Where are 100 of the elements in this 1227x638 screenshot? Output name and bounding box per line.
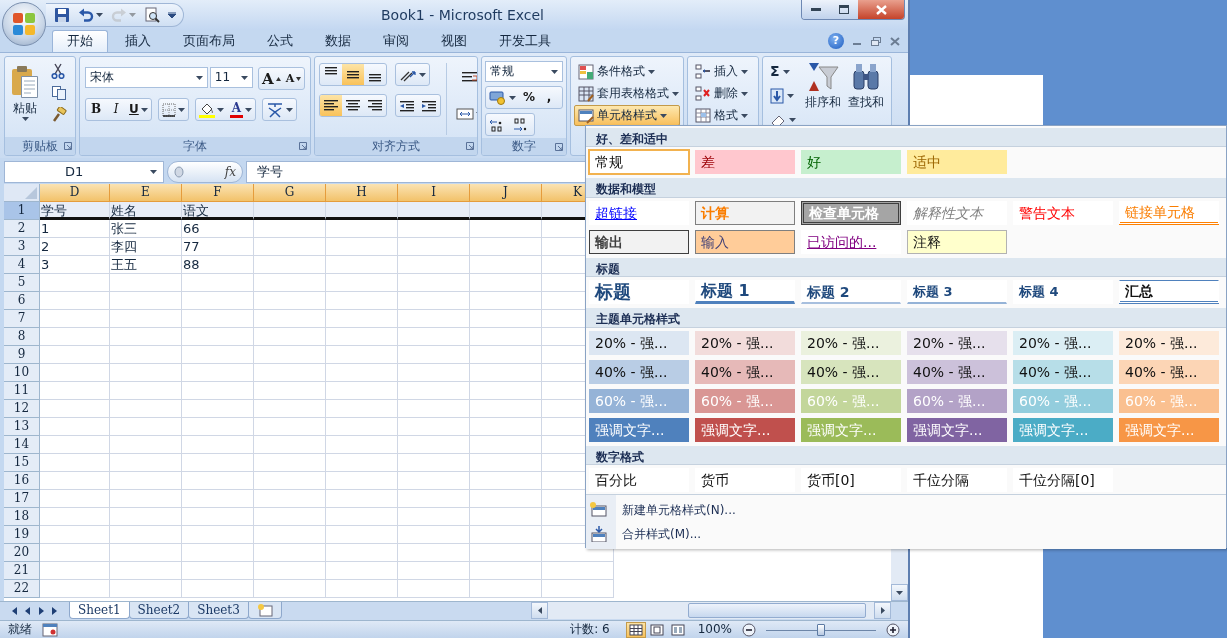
- table-cell[interactable]: [326, 382, 398, 400]
- table-cell[interactable]: 学号: [40, 202, 110, 220]
- insert-cells-button[interactable]: 插入: [691, 61, 755, 82]
- table-cell[interactable]: [398, 364, 470, 382]
- table-cell[interactable]: [182, 310, 254, 328]
- table-cell[interactable]: [326, 292, 398, 310]
- table-cell[interactable]: [110, 292, 182, 310]
- ribbon-tab[interactable]: 视图: [426, 30, 482, 52]
- table-cell[interactable]: [398, 544, 470, 562]
- ribbon-tab[interactable]: 页面布局: [168, 30, 250, 52]
- table-cell[interactable]: [40, 436, 110, 454]
- cell-style-option[interactable]: 解释性文本: [907, 200, 1007, 225]
- table-cell[interactable]: [470, 238, 542, 256]
- table-cell[interactable]: [40, 292, 110, 310]
- table-cell[interactable]: [182, 580, 254, 598]
- table-cell[interactable]: [326, 220, 398, 238]
- row-header[interactable]: 2: [4, 220, 40, 238]
- insert-sheet-button[interactable]: [247, 602, 282, 619]
- table-cell[interactable]: 李四: [110, 238, 182, 256]
- table-cell[interactable]: 66: [182, 220, 254, 238]
- table-cell[interactable]: [182, 328, 254, 346]
- select-all-button[interactable]: [4, 184, 40, 202]
- table-cell[interactable]: [398, 220, 470, 238]
- macro-record-icon[interactable]: [42, 622, 58, 637]
- sheet-tab[interactable]: Sheet1: [69, 602, 130, 619]
- table-cell[interactable]: [470, 454, 542, 472]
- cell-style-option[interactable]: 标题 3: [907, 280, 1007, 305]
- table-cell[interactable]: [254, 508, 326, 526]
- format-painter-icon[interactable]: [51, 107, 67, 123]
- font-name-field[interactable]: 宋体: [85, 67, 208, 88]
- table-cell[interactable]: [254, 256, 326, 274]
- scroll-down-button[interactable]: [891, 584, 908, 601]
- table-cell[interactable]: [254, 580, 326, 598]
- table-cell[interactable]: 2: [40, 238, 110, 256]
- zoom-slider[interactable]: [766, 621, 876, 638]
- cell-style-option[interactable]: 40% - 强...: [1013, 359, 1113, 384]
- table-cell[interactable]: [398, 202, 470, 220]
- table-cell[interactable]: 语文: [182, 202, 254, 220]
- normal-view-button[interactable]: [625, 621, 646, 638]
- cell-style-option[interactable]: 差: [695, 150, 795, 175]
- row-header[interactable]: 13: [4, 418, 40, 436]
- table-cell[interactable]: [40, 382, 110, 400]
- table-cell[interactable]: [398, 256, 470, 274]
- table-cell[interactable]: [326, 562, 398, 580]
- cell-style-option[interactable]: 好: [801, 150, 901, 175]
- dialog-launcher-icon[interactable]: [555, 143, 563, 151]
- cell-style-option[interactable]: 输出: [589, 229, 689, 254]
- table-cell[interactable]: [110, 400, 182, 418]
- column-header[interactable]: F: [182, 184, 254, 202]
- cell-style-option[interactable]: 20% - 强...: [907, 330, 1007, 355]
- percent-button[interactable]: %: [519, 87, 539, 108]
- row-header[interactable]: 11: [4, 382, 40, 400]
- row-header[interactable]: 3: [4, 238, 40, 256]
- table-cell[interactable]: [40, 526, 110, 544]
- preview-button[interactable]: [144, 7, 160, 23]
- table-cell[interactable]: [470, 580, 542, 598]
- table-cell[interactable]: [470, 346, 542, 364]
- zoom-out-icon[interactable]: [742, 622, 756, 637]
- cellstyle-format-button[interactable]: 单元格样式: [574, 105, 680, 126]
- table-cell[interactable]: 1: [40, 220, 110, 238]
- table-cell[interactable]: [254, 364, 326, 382]
- table-cell[interactable]: [326, 418, 398, 436]
- close-button[interactable]: [858, 0, 904, 19]
- table-cell[interactable]: [326, 310, 398, 328]
- table-cell[interactable]: [40, 310, 110, 328]
- zoom-in-icon[interactable]: [886, 622, 900, 637]
- table-cell[interactable]: 姓名: [110, 202, 182, 220]
- insert-function-button[interactable]: fx: [167, 161, 243, 183]
- table-cell[interactable]: [470, 328, 542, 346]
- cell-style-option[interactable]: 20% - 强...: [1119, 330, 1219, 355]
- cell-style-option[interactable]: 标题 1: [695, 280, 795, 305]
- horizontal-scrollbar[interactable]: [531, 602, 891, 619]
- table-cell[interactable]: [326, 364, 398, 382]
- table-cell[interactable]: [326, 346, 398, 364]
- ribbon-tab[interactable]: 开发工具: [484, 30, 566, 52]
- table-cell[interactable]: [182, 472, 254, 490]
- table-cell[interactable]: 3: [40, 256, 110, 274]
- table-cell[interactable]: [182, 490, 254, 508]
- customize-caret-icon[interactable]: [168, 12, 176, 18]
- cell-style-option[interactable]: 千位分隔: [907, 467, 1007, 492]
- table-cell[interactable]: [182, 544, 254, 562]
- table-cell[interactable]: [110, 436, 182, 454]
- row-header[interactable]: 14: [4, 436, 40, 454]
- cell-style-option[interactable]: 20% - 强...: [695, 330, 795, 355]
- cell-style-option[interactable]: 20% - 强...: [1013, 330, 1113, 355]
- table-cell[interactable]: [110, 526, 182, 544]
- table-cell[interactable]: [110, 274, 182, 292]
- table-cell[interactable]: [182, 364, 254, 382]
- table-cell[interactable]: [40, 508, 110, 526]
- comma-button[interactable]: ,: [539, 87, 559, 108]
- table-cell[interactable]: [110, 328, 182, 346]
- table-cell[interactable]: [326, 544, 398, 562]
- table-cell[interactable]: [254, 400, 326, 418]
- table-cell[interactable]: [398, 274, 470, 292]
- table-cell[interactable]: [326, 580, 398, 598]
- cell-style-option[interactable]: 常规: [589, 150, 689, 175]
- table-cell[interactable]: [542, 562, 614, 580]
- row-header[interactable]: 10: [4, 364, 40, 382]
- ribbon-tab[interactable]: 数据: [310, 30, 366, 52]
- table-cell[interactable]: [398, 526, 470, 544]
